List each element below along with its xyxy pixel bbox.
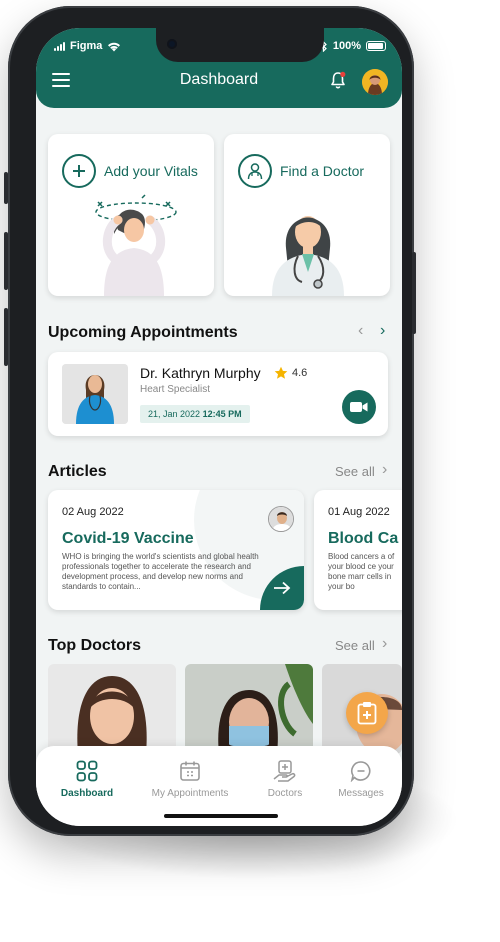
female-doctor-illustration bbox=[272, 216, 344, 296]
find-doctor-label: Find a Doctor bbox=[280, 163, 365, 179]
calendar-icon bbox=[180, 761, 200, 781]
grid-icon bbox=[76, 760, 98, 782]
top-doctors-see-all-link[interactable]: See all bbox=[335, 638, 375, 653]
signal-icon bbox=[54, 41, 65, 51]
front-camera bbox=[167, 39, 177, 49]
appointment-date: 21, Jan 2022 bbox=[148, 409, 201, 419]
article-date: 02 Aug 2022 bbox=[62, 506, 124, 518]
phone-frame: Figma 100% Dashboard Add your Vitals Fin… bbox=[4, 6, 416, 836]
chevron-left-icon[interactable]: ‹ bbox=[358, 322, 363, 340]
tab-dashboard[interactable]: Dashboard bbox=[42, 756, 132, 799]
doctor-specialty: Heart Specialist bbox=[140, 384, 211, 395]
dizzy-woman-illustration bbox=[95, 194, 177, 296]
article-excerpt: WHO is bringing the world's scientists a… bbox=[62, 552, 259, 591]
chevron-right-icon[interactable]: › bbox=[382, 635, 387, 653]
user-avatar[interactable] bbox=[362, 69, 388, 95]
battery-icon bbox=[366, 41, 386, 51]
tab-label: My Appointments bbox=[151, 788, 229, 799]
chevron-right-icon[interactable]: › bbox=[380, 322, 385, 340]
chevron-right-icon[interactable]: › bbox=[382, 461, 387, 479]
tab-messages[interactable]: Messages bbox=[316, 756, 402, 799]
arrow-right-icon bbox=[274, 581, 291, 595]
article-title: Blood Ca bbox=[328, 530, 399, 547]
article-excerpt: Blood cancers a of your blood ce your bo… bbox=[328, 552, 395, 591]
message-icon bbox=[350, 761, 371, 782]
carrier-label: Figma bbox=[70, 40, 103, 52]
wifi-icon bbox=[108, 42, 121, 51]
articles-see-all-link[interactable]: See all bbox=[335, 464, 375, 479]
add-vitals-card[interactable]: Add your Vitals bbox=[48, 134, 214, 296]
doctor-card[interactable] bbox=[48, 664, 176, 754]
author-avatar bbox=[268, 506, 294, 532]
doctor-rating: 4.6 bbox=[274, 366, 307, 380]
appointments-title: Upcoming Appointments bbox=[48, 324, 238, 341]
rating-value: 4.6 bbox=[292, 367, 308, 379]
medical-care-icon bbox=[273, 760, 296, 782]
article-card[interactable]: 01 Aug 2022 Blood Ca Blood cancers a of … bbox=[314, 490, 402, 610]
articles-title: Articles bbox=[48, 463, 107, 480]
volume-up-button bbox=[4, 232, 8, 290]
article-title: Covid-19 Vaccine bbox=[62, 530, 194, 547]
phone-mockup: Figma 100% Dashboard Add your Vitals Fin… bbox=[0, 0, 500, 942]
doctor-photo bbox=[62, 364, 128, 424]
video-camera-icon bbox=[350, 402, 368, 412]
find-doctor-card[interactable]: Find a Doctor bbox=[224, 134, 390, 296]
tab-my-appointments[interactable]: My Appointments bbox=[132, 756, 248, 799]
clipboard-plus-icon bbox=[357, 702, 377, 725]
battery-percent: 100% bbox=[332, 40, 361, 52]
mute-switch bbox=[4, 172, 8, 204]
tab-label: Dashboard bbox=[60, 788, 114, 799]
article-date: 01 Aug 2022 bbox=[328, 506, 390, 518]
appointment-time: 12:45 PM bbox=[202, 409, 242, 419]
volume-down-button bbox=[4, 308, 8, 366]
video-call-button[interactable] bbox=[342, 390, 376, 424]
notification-bell-icon[interactable] bbox=[328, 70, 348, 90]
tab-label: Messages bbox=[338, 788, 384, 799]
doctor-card[interactable] bbox=[185, 664, 313, 754]
screen: Figma 100% Dashboard Add your Vitals Fin… bbox=[36, 28, 402, 826]
power-button bbox=[412, 252, 416, 334]
home-indicator bbox=[164, 814, 278, 818]
article-card[interactable]: 02 Aug 2022 Covid-19 Vaccine WHO is brin… bbox=[48, 490, 304, 610]
appointment-card[interactable]: Dr. Kathryn Murphy 4.6 Heart Specialist … bbox=[48, 352, 388, 436]
star-icon bbox=[274, 366, 288, 379]
plus-icon bbox=[62, 154, 96, 188]
appointment-datetime: 21, Jan 2022 12:45 PM bbox=[140, 405, 250, 423]
doctor-photo bbox=[48, 664, 176, 754]
add-vitals-label: Add your Vitals bbox=[104, 163, 198, 179]
doctor-icon bbox=[238, 154, 272, 188]
doctor-photo bbox=[185, 664, 313, 754]
doctor-name: Dr. Kathryn Murphy bbox=[140, 365, 261, 381]
top-doctors-title: Top Doctors bbox=[48, 637, 142, 654]
notch bbox=[156, 28, 324, 62]
add-record-button[interactable] bbox=[346, 692, 388, 734]
